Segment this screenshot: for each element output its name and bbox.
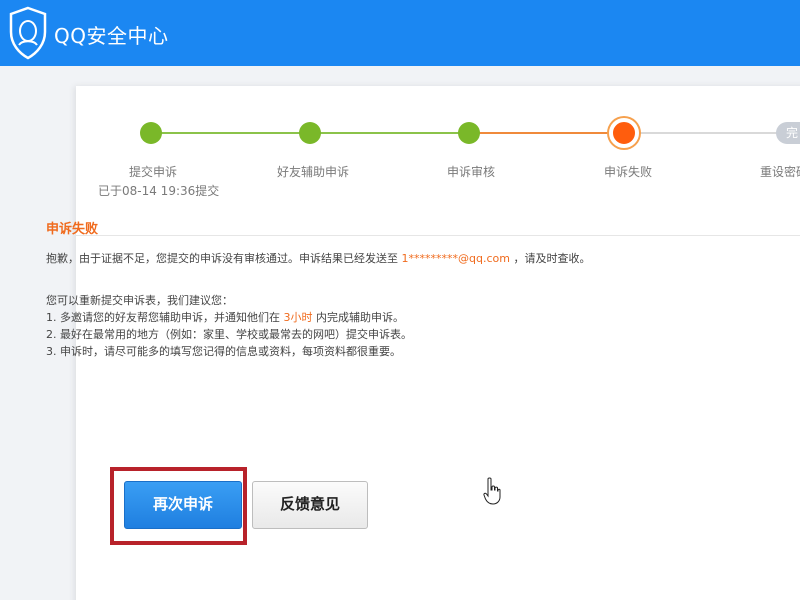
advice-intro: 您可以重新提交申诉表，我们建议您： (46, 294, 233, 307)
qq-shield-logo-icon (9, 6, 47, 60)
result-message: 抱歉，由于证据不足，您提交的申诉没有审核通过。申诉结果已经发送至 1******… (46, 250, 590, 266)
advice-list: 您可以重新提交申诉表，我们建议您： 1. 多邀请您的好友帮您辅助申诉，并通知他们… (46, 292, 412, 360)
step-label-review: 申诉审核 (447, 165, 496, 179)
step-label-submit: 提交申诉 (129, 165, 178, 179)
hand-pointer-icon (483, 477, 501, 505)
message-prefix: 抱歉，由于证据不足，您提交的申诉没有审核通过。申诉结果已经发送至 (46, 252, 398, 265)
result-email: 1*********@qq.com (401, 252, 510, 265)
step-dot-reset: 完 (776, 122, 800, 144)
app-title: QQ安全中心 (54, 24, 169, 48)
result-title: 申诉失败 (46, 222, 99, 237)
message-suffix: ，请及时查收。 (513, 252, 591, 265)
step-label-failed: 申诉失败 (604, 165, 653, 179)
step-dot-review (458, 122, 480, 144)
result-section: 申诉失败 抱歉，由于证据不足，您提交的申诉没有审核通过。申诉结果已经发送至 1*… (46, 218, 706, 358)
advice-1-prefix: 1. 多邀请您的好友帮您辅助申诉，并通知他们在 (46, 311, 280, 324)
top-bar: QQ安全中心 (0, 0, 800, 66)
step-submit-time: 已于08-14 19:36提交 (98, 184, 220, 198)
step-label-friend-assist: 好友辅助申诉 (277, 165, 350, 179)
advice-1-highlight: 3小时 (283, 311, 313, 324)
advice-item-1: 1. 多邀请您的好友帮您辅助申诉，并通知他们在 3小时 内完成辅助申诉。 (46, 309, 412, 326)
progress-line-failed (476, 132, 624, 134)
advice-1-suffix: 内完成辅助申诉。 (316, 311, 404, 324)
reappeal-button[interactable]: 再次申诉 (124, 481, 242, 529)
progress-line-pending (626, 132, 800, 134)
progress-steps: 完 提交申诉 已于08-14 19:36提交 好友辅助申诉 申诉审核 申诉失败 … (76, 86, 800, 236)
step-dot-submit (140, 122, 162, 144)
step-dot-friend-assist (299, 122, 321, 144)
advice-item-3: 3. 申诉时，请尽可能多的填写您记得的信息或资料，每项资料都很重要。 (46, 345, 401, 358)
step-dot-failed (609, 118, 639, 148)
advice-item-2: 2. 最好在最常用的地方（例如：家里、学校或最常去的网吧）提交申诉表。 (46, 328, 412, 341)
step-label-reset: 重设密码 (760, 165, 800, 179)
feedback-button[interactable]: 反馈意见 (252, 481, 368, 529)
